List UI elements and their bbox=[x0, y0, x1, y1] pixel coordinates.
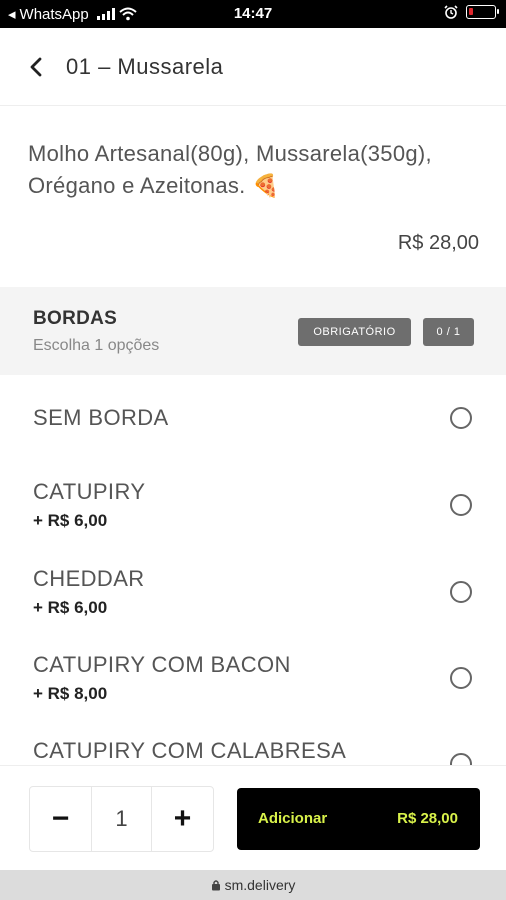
battery-level bbox=[469, 8, 473, 15]
page-title: 01 – Mussarela bbox=[66, 54, 224, 79]
back-arrow-icon[interactable] bbox=[24, 54, 50, 80]
url-text: sm.delivery bbox=[224, 877, 296, 893]
option-name: CHEDDAR bbox=[33, 566, 145, 591]
option-catupiry[interactable]: CATUPIRY + R$ 6,00 bbox=[0, 453, 506, 541]
section-title: BORDAS bbox=[33, 308, 118, 329]
status-bar-right bbox=[444, 5, 499, 19]
option-name: CATUPIRY COM CALABRESA bbox=[33, 738, 347, 763]
radio-button[interactable] bbox=[450, 667, 472, 689]
product-price: R$ 28,00 bbox=[397, 232, 479, 254]
option-catupiry-com-bacon[interactable]: CATUPIRY COM BACON + R$ 8,00 bbox=[0, 627, 506, 713]
selection-count-badge: 0 / 1 bbox=[423, 318, 474, 346]
lock-icon bbox=[211, 880, 220, 891]
radio-button[interactable] bbox=[450, 494, 472, 516]
decrease-quantity-button[interactable]: − bbox=[30, 787, 91, 851]
option-cheddar[interactable]: CHEDDAR + R$ 6,00 bbox=[0, 541, 506, 627]
radio-button[interactable] bbox=[450, 753, 472, 765]
required-badge: OBRIGATÓRIO bbox=[298, 318, 411, 346]
option-name: CATUPIRY bbox=[33, 479, 146, 504]
options-list: SEM BORDA CATUPIRY + R$ 6,00 CHEDDAR + R… bbox=[0, 375, 506, 765]
option-sem-borda[interactable]: SEM BORDA bbox=[0, 375, 506, 453]
section-header-bordas: BORDAS Escolha 1 opções OBRIGATÓRIO 0 / … bbox=[0, 287, 506, 375]
option-catupiry-com-calabresa[interactable]: CATUPIRY COM CALABRESA bbox=[0, 713, 506, 765]
status-bar: ◂ WhatsApp 14:47 bbox=[0, 0, 506, 28]
quantity-value: 1 bbox=[91, 787, 152, 851]
add-to-cart-button[interactable]: Adicionar R$ 28,00 bbox=[237, 788, 480, 850]
option-name: SEM BORDA bbox=[33, 405, 169, 430]
top-bar: 01 – Mussarela bbox=[0, 28, 506, 106]
option-extra-price: + R$ 6,00 bbox=[33, 598, 108, 617]
quantity-stepper: − 1 + bbox=[29, 786, 214, 852]
alarm-icon bbox=[444, 5, 458, 19]
option-extra-price: + R$ 6,00 bbox=[33, 511, 108, 530]
status-time: 14:47 bbox=[233, 5, 273, 22]
option-extra-price: + R$ 8,00 bbox=[33, 684, 108, 703]
section-subtitle: Escolha 1 opções bbox=[33, 337, 160, 354]
add-button-label: Adicionar bbox=[258, 810, 328, 827]
add-button-amount: R$ 28,00 bbox=[397, 810, 458, 827]
increase-quantity-button[interactable]: + bbox=[152, 787, 213, 851]
bottom-action-bar: − 1 + Adicionar R$ 28,00 bbox=[0, 765, 506, 870]
radio-button[interactable] bbox=[450, 581, 472, 603]
product-description: Molho Artesanal(80g), Mussarela(350g), O… bbox=[28, 141, 432, 198]
option-name: CATUPIRY COM BACON bbox=[33, 652, 291, 677]
browser-url-bar[interactable]: sm.delivery bbox=[0, 870, 506, 900]
battery-icon bbox=[466, 5, 499, 19]
radio-button[interactable] bbox=[450, 407, 472, 429]
